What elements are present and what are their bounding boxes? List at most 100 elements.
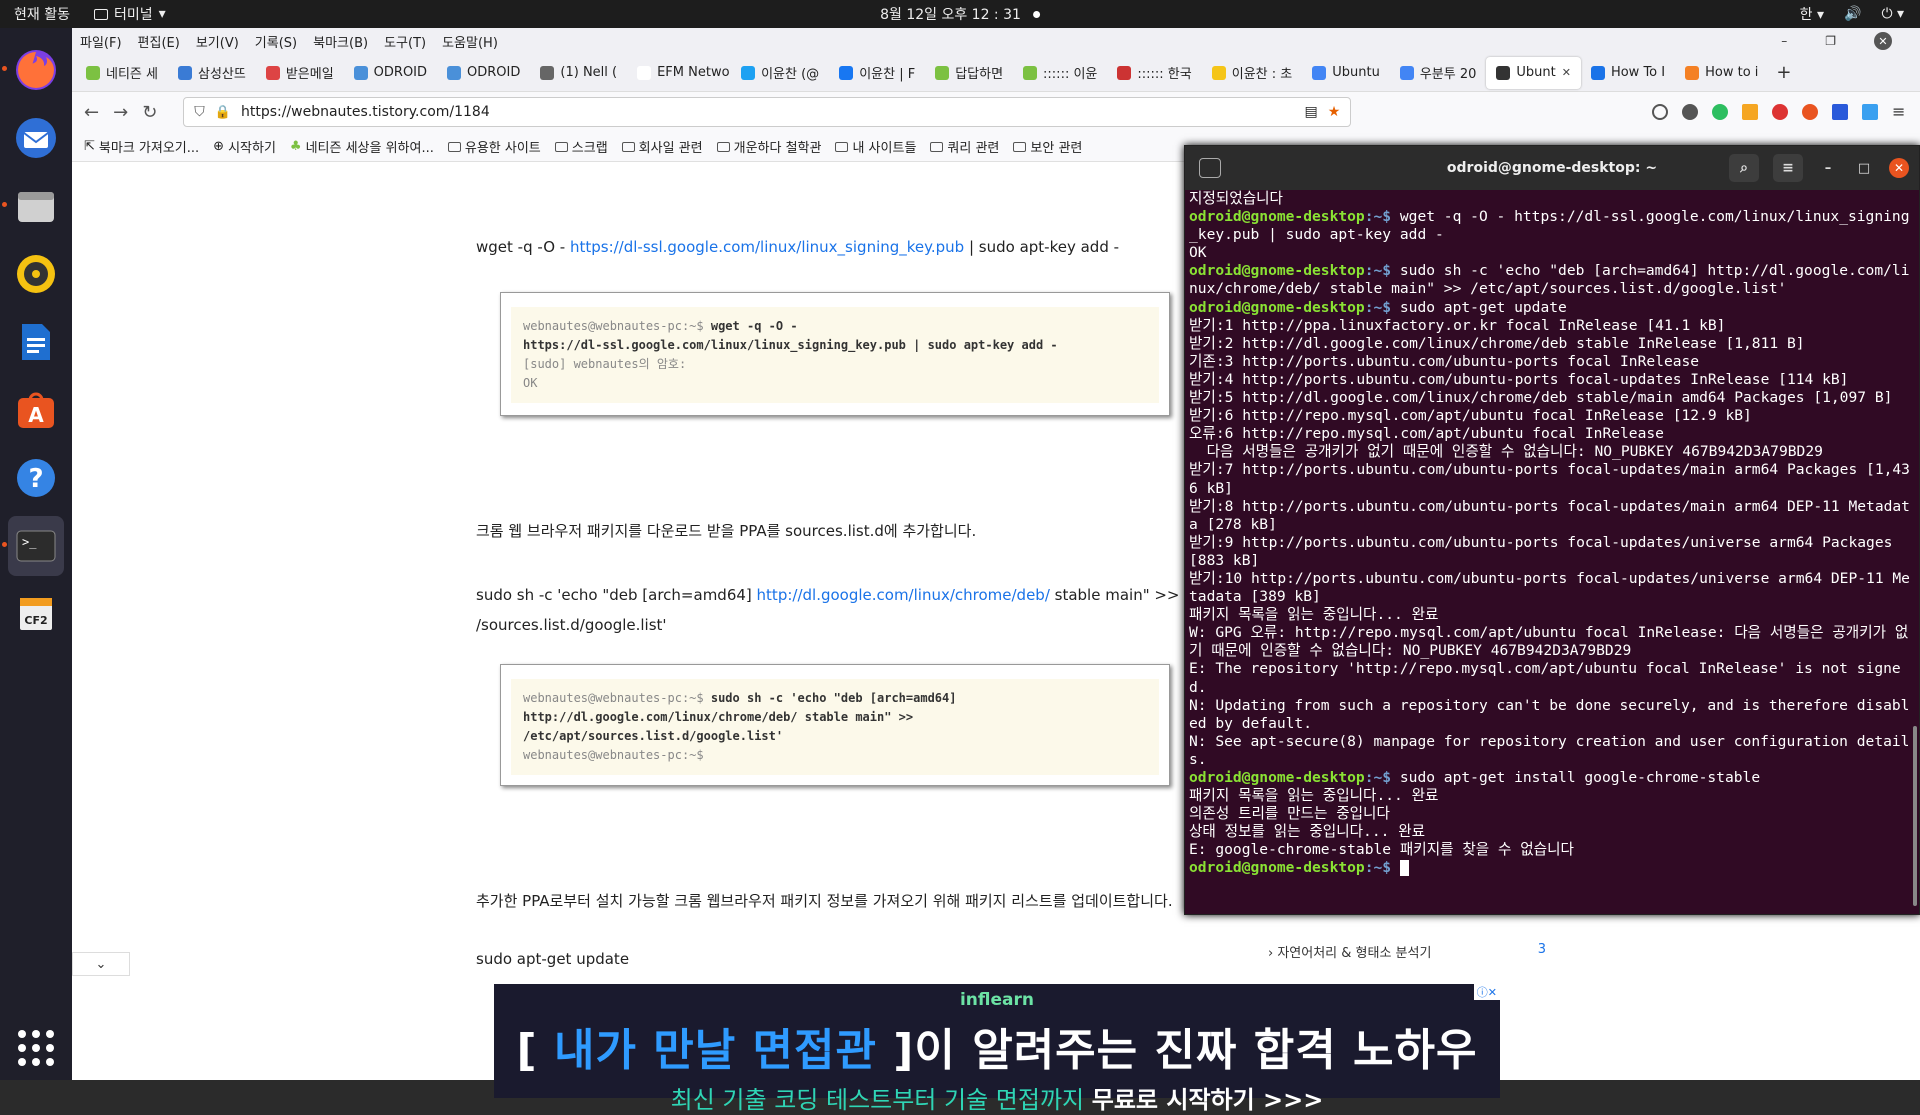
- browser-tab[interactable]: 삼성산뜨: [168, 57, 256, 89]
- menu-help[interactable]: 도움말(H): [442, 32, 498, 51]
- bookmark-folder-security[interactable]: 보안 관련: [1013, 137, 1082, 156]
- ad-banner[interactable]: ⓘ✕ inflearn [ 내가 만날 면접관 ]이 알려주는 진짜 합격 노하…: [494, 984, 1500, 1114]
- browser-tab[interactable]: Ubunt ✕: [1486, 56, 1581, 89]
- terminal-output-text: N: See apt-secure(8) manpage for reposit…: [1189, 732, 1910, 768]
- layers-icon[interactable]: [1862, 104, 1878, 120]
- url-text[interactable]: https://webnautes.tistory.com/1184: [241, 104, 1295, 120]
- browser-tab[interactable]: 답답하면: [925, 57, 1013, 89]
- close-tab-icon[interactable]: ✕: [1562, 66, 1571, 79]
- download-icon[interactable]: [1832, 104, 1848, 120]
- hamburger-menu-icon[interactable]: ≡: [1892, 104, 1908, 120]
- dock-firefox[interactable]: [2, 40, 64, 100]
- browser-tab[interactable]: 우분투 20: [1390, 57, 1487, 89]
- browser-tab[interactable]: (1) Nell (: [530, 57, 627, 89]
- dock-thunderbird[interactable]: [8, 108, 64, 168]
- terminal-window[interactable]: odroid@gnome-desktop: ~ ⌕ ≡ – □ ✕ 지정되었습니…: [1184, 145, 1920, 915]
- browser-tab[interactable]: ODROID: [437, 57, 530, 89]
- browser-tab[interactable]: EFM Netwo: [627, 57, 731, 89]
- ad-choices-icon[interactable]: ⓘ✕: [1473, 984, 1500, 1000]
- extension-icon[interactable]: [1742, 104, 1758, 120]
- terminal-line: 상태 정보를 읽는 중입니다... 완료: [1189, 823, 1915, 841]
- activities-button[interactable]: 현재 활동: [0, 4, 84, 24]
- signing-key-link[interactable]: https://dl-ssl.google.com/linux/linux_si…: [570, 238, 964, 256]
- minimize-button[interactable]: –: [1781, 34, 1787, 48]
- show-apps-button[interactable]: [18, 1030, 54, 1066]
- menu-file[interactable]: 파일(F): [80, 32, 122, 51]
- hamburger-menu-icon[interactable]: ≡: [1773, 154, 1803, 182]
- terminal-line: 받기:9 http://ports.ubuntu.com/ubuntu-port…: [1189, 534, 1915, 570]
- bookmark-star-icon[interactable]: ★: [1328, 104, 1341, 120]
- browser-tab[interactable]: 이윤찬 (@: [731, 57, 829, 89]
- folder-icon: [447, 141, 461, 152]
- dock-rhythmbox[interactable]: [8, 244, 64, 304]
- reader-mode-icon[interactable]: ▤: [1304, 104, 1317, 120]
- reload-button[interactable]: ↻: [142, 102, 157, 123]
- color-picker-icon[interactable]: [1772, 104, 1788, 120]
- evernote-icon[interactable]: [1712, 104, 1728, 120]
- bookmark-getting-started[interactable]: ⊕ 시작하기: [213, 137, 276, 156]
- ad-cta[interactable]: 무료로 시작하기 >>>: [1092, 1086, 1324, 1114]
- input-method-button[interactable]: 한 ▾: [1800, 4, 1824, 24]
- ublock-icon[interactable]: [1802, 104, 1818, 120]
- notification-dot-icon: [1032, 10, 1040, 18]
- sidebar-category-item[interactable]: › 자연어처리 & 형태소 분석기 3: [1268, 942, 1568, 961]
- browser-tab[interactable]: 이윤찬 : 초: [1202, 57, 1303, 89]
- browser-tab[interactable]: ODROID: [344, 57, 437, 89]
- terminal-output-text: N: Updating from such a repository can't…: [1189, 696, 1910, 732]
- terminal-scrollbar[interactable]: [1913, 726, 1917, 906]
- account-icon[interactable]: [1682, 104, 1698, 120]
- close-button[interactable]: ✕: [1889, 158, 1909, 178]
- back-button[interactable]: ←: [84, 102, 99, 123]
- volume-icon[interactable]: 🔊: [1844, 6, 1861, 22]
- bookmark-import[interactable]: ⇱ 북마크 가져오기...: [84, 137, 199, 156]
- dock-help[interactable]: ?: [8, 448, 64, 508]
- bookmark-folder-philosophy[interactable]: 개운하다 철학관: [716, 137, 821, 156]
- browser-tab[interactable]: 네티즌 세: [76, 57, 168, 89]
- dock-files[interactable]: [2, 176, 64, 236]
- menu-tools[interactable]: 도구(T): [384, 32, 426, 51]
- bookmark-folder-scrap[interactable]: 스크랩: [554, 137, 608, 156]
- app-menu[interactable]: 터미널 ▾: [84, 4, 176, 24]
- browser-tab[interactable]: 이윤찬 | F: [829, 57, 925, 89]
- pocket-icon[interactable]: [1652, 104, 1668, 120]
- menu-view[interactable]: 보기(V): [196, 32, 239, 51]
- power-icon[interactable]: ⏻ ▾: [1881, 6, 1904, 22]
- terminal-output-text: W: GPG 오류: http://repo.mysql.com/apt/ubu…: [1189, 624, 1909, 660]
- menu-bookmarks[interactable]: 북마크(B): [313, 32, 368, 51]
- close-button[interactable]: ✕: [1874, 32, 1892, 50]
- bookmark-netizen[interactable]: ♣ 네티즌 세상을 위하여...: [290, 137, 434, 156]
- restore-button[interactable]: ❐: [1825, 34, 1836, 48]
- maximize-button[interactable]: □: [1853, 161, 1875, 176]
- search-icon[interactable]: ⌕: [1729, 154, 1759, 182]
- bookmark-folder-mysites[interactable]: 내 사이트들: [835, 137, 916, 156]
- terminal-output[interactable]: 지정되었습니다 odroid@gnome-desktop:~$ wget -q -…: [1185, 190, 1919, 878]
- url-bar[interactable]: ⛉ 🔒 https://webnautes.tistory.com/1184 ▤…: [183, 97, 1352, 127]
- dock-terminal[interactable]: >_: [2, 516, 64, 576]
- new-tab-button[interactable]: +: [1776, 62, 1791, 83]
- dock-software[interactable]: A: [8, 380, 64, 440]
- menu-history[interactable]: 기록(S): [255, 32, 297, 51]
- lock-icon[interactable]: 🔒: [215, 105, 231, 120]
- terminal-titlebar[interactable]: odroid@gnome-desktop: ~ ⌕ ≡ – □ ✕: [1185, 146, 1919, 190]
- browser-tab[interactable]: :::::: 이윤: [1013, 57, 1107, 89]
- browser-tab[interactable]: Ubuntu: [1302, 57, 1390, 89]
- shield-icon[interactable]: ⛉: [194, 104, 205, 120]
- dock-cf2[interactable]: CF2: [8, 584, 64, 644]
- clock[interactable]: 8월 12일 오후 12 : 31: [880, 4, 1040, 24]
- bookmark-folder-work[interactable]: 회사일 관련: [621, 137, 703, 156]
- browser-tab[interactable]: 받은메일: [256, 57, 344, 89]
- menu-edit[interactable]: 편집(E): [138, 32, 180, 51]
- terminal-small-icon: [93, 8, 108, 20]
- dock-writer[interactable]: [8, 312, 64, 372]
- bookmark-folder-useful[interactable]: 유용한 사이트: [447, 137, 541, 156]
- terminal-line: odroid@gnome-desktop:~$ wget -q -O - htt…: [1189, 208, 1915, 244]
- collapse-toggle-button[interactable]: ⌄: [72, 952, 130, 976]
- browser-tab[interactable]: :::::: 한국: [1107, 57, 1201, 89]
- bookmark-folder-query[interactable]: 쿼리 관련: [930, 137, 999, 156]
- chrome-deb-link[interactable]: http://dl.google.com/linux/chrome/deb/: [757, 586, 1050, 604]
- browser-tab[interactable]: How To I: [1581, 57, 1675, 89]
- forward-button[interactable]: →: [113, 102, 128, 123]
- thunderbird-icon: [16, 118, 56, 158]
- minimize-button[interactable]: –: [1817, 161, 1839, 176]
- browser-tab[interactable]: How to i: [1675, 57, 1768, 89]
